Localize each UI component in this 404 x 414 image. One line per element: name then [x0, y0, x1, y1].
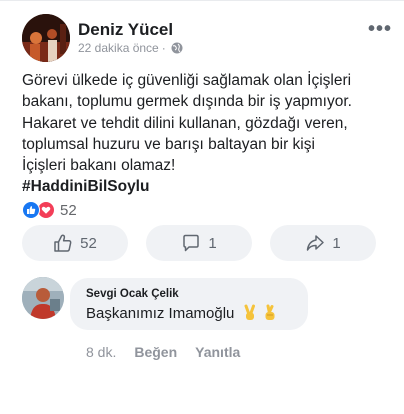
like-reaction-icon: [22, 201, 40, 219]
share-button[interactable]: 1: [270, 225, 376, 261]
post-text-line: İçişleri bakanı olamaz!: [22, 157, 176, 175]
more-options-button[interactable]: •••: [368, 18, 392, 41]
reactions-summary[interactable]: 52: [22, 201, 77, 219]
comment-button[interactable]: 1: [146, 225, 252, 261]
hashtag-link[interactable]: #HaddiniBilSoylu: [22, 176, 387, 197]
commenter-name[interactable]: Sevgi Ocak Çelik: [86, 288, 179, 300]
share-count: 1: [332, 234, 341, 252]
globe-icon: [171, 42, 183, 54]
post-actions-bar: 52 1 1: [22, 225, 376, 261]
thumbs-up-icon: [54, 234, 72, 252]
comment-text: Başkanımız Imamoğlu: [86, 304, 279, 322]
post-meta: 22 dakika önce ·: [78, 41, 183, 55]
post-time[interactable]: 22 dakika önce: [78, 41, 159, 55]
like-count: 52: [80, 234, 97, 252]
post-header: Deniz Yücel 22 dakika önce · •••: [22, 14, 392, 62]
post-text: Görevi ülkede iç güvenliği sağlamak olan…: [22, 70, 387, 198]
crossed-fingers-icon: [265, 304, 275, 320]
author-avatar[interactable]: [22, 14, 70, 62]
comment-like-button[interactable]: Beğen: [134, 344, 177, 360]
commenter-avatar[interactable]: [22, 277, 64, 319]
post-text-line: Hakaret ve tehdit dilini kullanan, gözda…: [22, 114, 348, 132]
comment-time[interactable]: 8 dk.: [86, 344, 116, 360]
meta-separator: ·: [161, 41, 166, 55]
top-divider: [0, 0, 404, 1]
author-name[interactable]: Deniz Yücel: [78, 20, 173, 40]
comment-icon: [183, 234, 200, 252]
comment-bubble[interactable]: Sevgi Ocak Çelik Başkanımız Imamoğlu: [70, 278, 308, 330]
comment-reply-button[interactable]: Yanıtla: [195, 344, 240, 360]
post-text-line: bakanı, toplumu germek dışında bir iş ya…: [22, 93, 352, 111]
reactions-count: 52: [60, 201, 77, 219]
share-icon: [307, 235, 325, 251]
like-button[interactable]: 52: [22, 225, 128, 261]
victory-hand-icon: [244, 304, 256, 320]
comment-text-content: Başkanımız Imamoğlu: [86, 304, 235, 322]
comment-count: 1: [208, 234, 217, 252]
post-text-line: Görevi ülkede iç güvenliği sağlamak olan…: [22, 72, 352, 89]
post-text-line: toplumsal huzuru ve barışı baltayan bir …: [22, 135, 315, 153]
comment-actions: 8 dk. Beğen Yanıtla: [86, 344, 240, 360]
